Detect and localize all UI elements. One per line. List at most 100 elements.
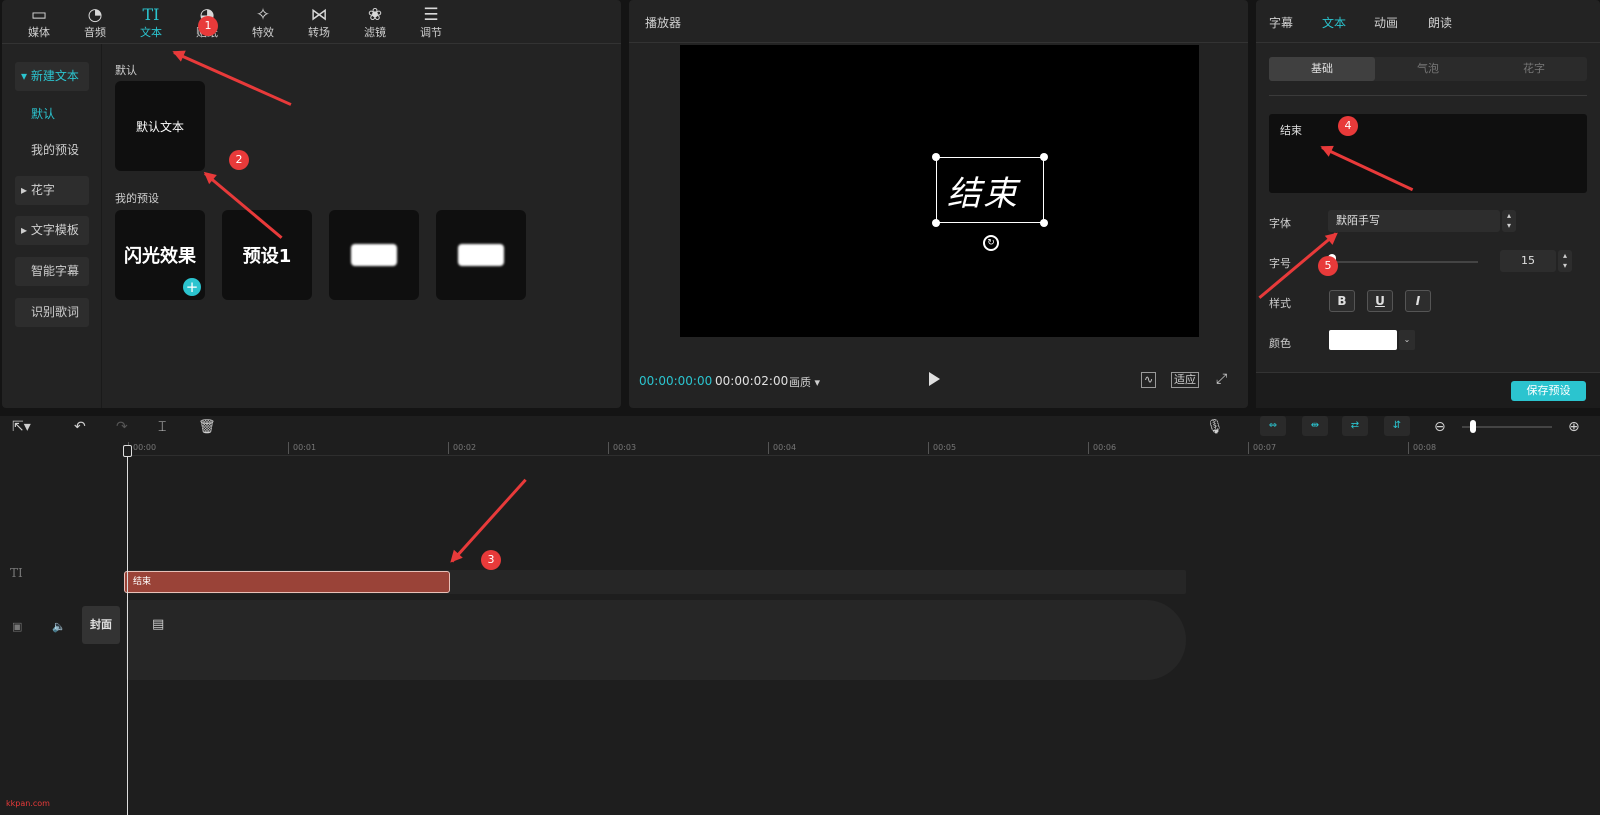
select-tool-icon[interactable]: ⇱▾ xyxy=(12,420,31,434)
playhead[interactable] xyxy=(127,445,128,815)
media-panel: ▭ 媒体 ◔ 音频 TI 文本 ◕ 贴纸 ✧ 特效 ⋈ 转场 ❀ 滤镜 ☰ 调节 xyxy=(2,0,621,408)
sidebar-item-smart-caption[interactable]: 智能字幕 xyxy=(15,257,89,286)
overlay-text: 结束 xyxy=(947,174,1019,214)
text-selection-box[interactable]: 结束 xyxy=(932,153,1048,227)
resize-handle[interactable] xyxy=(932,219,940,227)
tab-text-props[interactable]: 文本 xyxy=(1322,14,1346,31)
tab-adjust[interactable]: ☰ 调节 xyxy=(406,4,456,42)
save-preset-button[interactable]: 保存预设 xyxy=(1511,381,1586,401)
style-segmented-control: 基础 气泡 花字 xyxy=(1269,57,1587,81)
divider xyxy=(1256,42,1600,43)
preset-card-4[interactable] xyxy=(436,210,526,300)
sidebar-item-text-template[interactable]: ▸ 文字模板 xyxy=(15,216,89,245)
resize-handle[interactable] xyxy=(1040,153,1048,161)
current-time: 00:00:00:00 xyxy=(639,374,713,388)
tool-tabs: ▭ 媒体 ◔ 音频 TI 文本 ◕ 贴纸 ✧ 特效 ⋈ 转场 ❀ 滤镜 ☰ 调节 xyxy=(2,0,621,44)
sidebar-item-my-presets[interactable]: 我的预设 xyxy=(15,136,89,165)
annotation-badge-4: 4 xyxy=(1338,116,1358,136)
side-nav: ▾ 新建文本 默认 我的预设 ▸ 花字 ▸ 文字模板 智能字幕 识别歌词 xyxy=(2,44,102,408)
link-icon[interactable]: ⇔ xyxy=(1260,416,1286,436)
time-ruler[interactable]: 00:00 00:01 00:02 00:03 00:04 00:05 00:0… xyxy=(126,442,1600,456)
size-slider-track[interactable] xyxy=(1328,261,1478,263)
cover-button[interactable]: 封面 xyxy=(82,606,120,644)
tab-caption[interactable]: 字幕 xyxy=(1269,14,1293,31)
segment-fancy[interactable]: 花字 xyxy=(1481,57,1587,81)
default-text-card[interactable]: 默认文本 xyxy=(115,81,205,171)
size-label: 字号 xyxy=(1269,257,1291,270)
fullscreen-icon[interactable]: ⤢ xyxy=(1214,372,1229,388)
main-video-track xyxy=(126,600,1186,680)
chevron-down-icon[interactable]: ⌄ xyxy=(1399,330,1415,350)
tick-label: 00:01 xyxy=(288,442,316,454)
watermark: kkpan.com xyxy=(6,799,50,808)
size-stepper[interactable]: ▴ ▾ xyxy=(1558,250,1572,272)
style-label: 样式 xyxy=(1269,297,1291,310)
text-icon: TI xyxy=(142,5,160,24)
tab-effect[interactable]: ✧ 特效 xyxy=(238,4,288,42)
annotation-badge-2: 2 xyxy=(229,150,249,170)
underline-button[interactable]: U xyxy=(1367,290,1393,312)
preview-axis-icon[interactable]: ⇵ xyxy=(1384,416,1410,436)
annotation-badge-5: 5 xyxy=(1318,256,1338,276)
tab-transition[interactable]: ⋈ 转场 xyxy=(294,4,344,42)
sidebar-item-lyrics[interactable]: 识别歌词 xyxy=(15,298,89,327)
color-swatch[interactable] xyxy=(1329,330,1397,350)
mute-icon[interactable]: 🔈 xyxy=(52,620,66,634)
delete-icon[interactable]: 🗑 xyxy=(198,420,216,434)
fit-button[interactable]: 适应 xyxy=(1171,372,1199,388)
sidebar-item-new-text[interactable]: ▾ 新建文本 xyxy=(15,62,89,91)
color-label: 颜色 xyxy=(1269,337,1291,350)
tab-filter[interactable]: ❀ 滤镜 xyxy=(350,4,400,42)
text-content-input[interactable]: 结束 xyxy=(1269,114,1587,193)
resize-handle[interactable] xyxy=(932,153,940,161)
preset-card-flash[interactable]: 闪光效果 + xyxy=(115,210,205,300)
playhead-handle[interactable] xyxy=(123,445,132,457)
presets-section-title: 我的预设 xyxy=(115,192,159,205)
font-label: 字体 xyxy=(1269,217,1291,230)
zoom-slider-thumb[interactable] xyxy=(1470,420,1476,433)
sidebar-item-fancy-text[interactable]: ▸ 花字 xyxy=(15,176,89,205)
tab-animation[interactable]: 动画 xyxy=(1374,14,1398,31)
media-icon: ▭ xyxy=(30,5,48,25)
properties-footer: 保存预设 xyxy=(1256,372,1600,408)
quality-dropdown[interactable]: 画质 ▾ xyxy=(789,374,820,390)
track-visibility-icon[interactable]: ▣ xyxy=(12,620,22,634)
effect-icon: ✧ xyxy=(255,5,271,25)
font-stepper[interactable]: ▴ ▾ xyxy=(1502,210,1516,232)
size-input[interactable]: 15 xyxy=(1500,250,1556,272)
segment-basic[interactable]: 基础 xyxy=(1269,57,1375,81)
microphone-icon[interactable]: 🎙 xyxy=(1206,420,1224,434)
split-icon[interactable]: ⌶ xyxy=(158,420,166,434)
tab-audio[interactable]: ◔ 音频 xyxy=(70,4,120,42)
text-clip[interactable]: 结束 xyxy=(124,571,450,593)
film-icon[interactable]: ▤ xyxy=(152,618,164,632)
bold-button[interactable]: B xyxy=(1329,290,1355,312)
preset-card-3[interactable] xyxy=(329,210,419,300)
italic-button[interactable]: I xyxy=(1405,290,1431,312)
divider xyxy=(1269,95,1587,96)
segment-bubble[interactable]: 气泡 xyxy=(1375,57,1481,81)
play-icon[interactable] xyxy=(929,372,940,386)
waveform-icon[interactable]: ∿ xyxy=(1141,372,1157,388)
snap-icon[interactable]: ⇄ xyxy=(1342,416,1368,436)
zoom-in-icon[interactable]: ⊕ xyxy=(1568,420,1580,434)
zoom-out-icon[interactable]: ⊖ xyxy=(1434,420,1446,434)
undo-icon[interactable]: ↶ xyxy=(74,420,86,434)
tick-label: 00:03 xyxy=(608,442,636,454)
tab-media[interactable]: ▭ 媒体 xyxy=(14,4,64,42)
tab-read-aloud[interactable]: 朗读 xyxy=(1428,14,1452,31)
sidebar-item-default[interactable]: 默认 xyxy=(15,100,89,129)
tick-label: 00:08 xyxy=(1408,442,1436,454)
tab-text[interactable]: TI 文本 xyxy=(126,4,176,42)
tick-label: 00:00 xyxy=(128,442,156,454)
tick-label: 00:04 xyxy=(768,442,796,454)
magnet-icon[interactable]: ⇹ xyxy=(1302,416,1328,436)
video-preview[interactable]: 结束 ↻ xyxy=(680,45,1199,337)
add-icon[interactable]: + xyxy=(183,278,201,296)
tick-label: 00:05 xyxy=(928,442,956,454)
player-panel: 播放器 结束 ↻ 00:00:00:00 00:00:02:00 画质 ▾ ∿ … xyxy=(629,0,1248,408)
rotate-icon[interactable]: ↻ xyxy=(983,235,999,251)
font-select[interactable]: 默陌手写 xyxy=(1328,210,1500,232)
redo-icon[interactable]: ↷ xyxy=(116,420,128,434)
resize-handle[interactable] xyxy=(1040,219,1048,227)
